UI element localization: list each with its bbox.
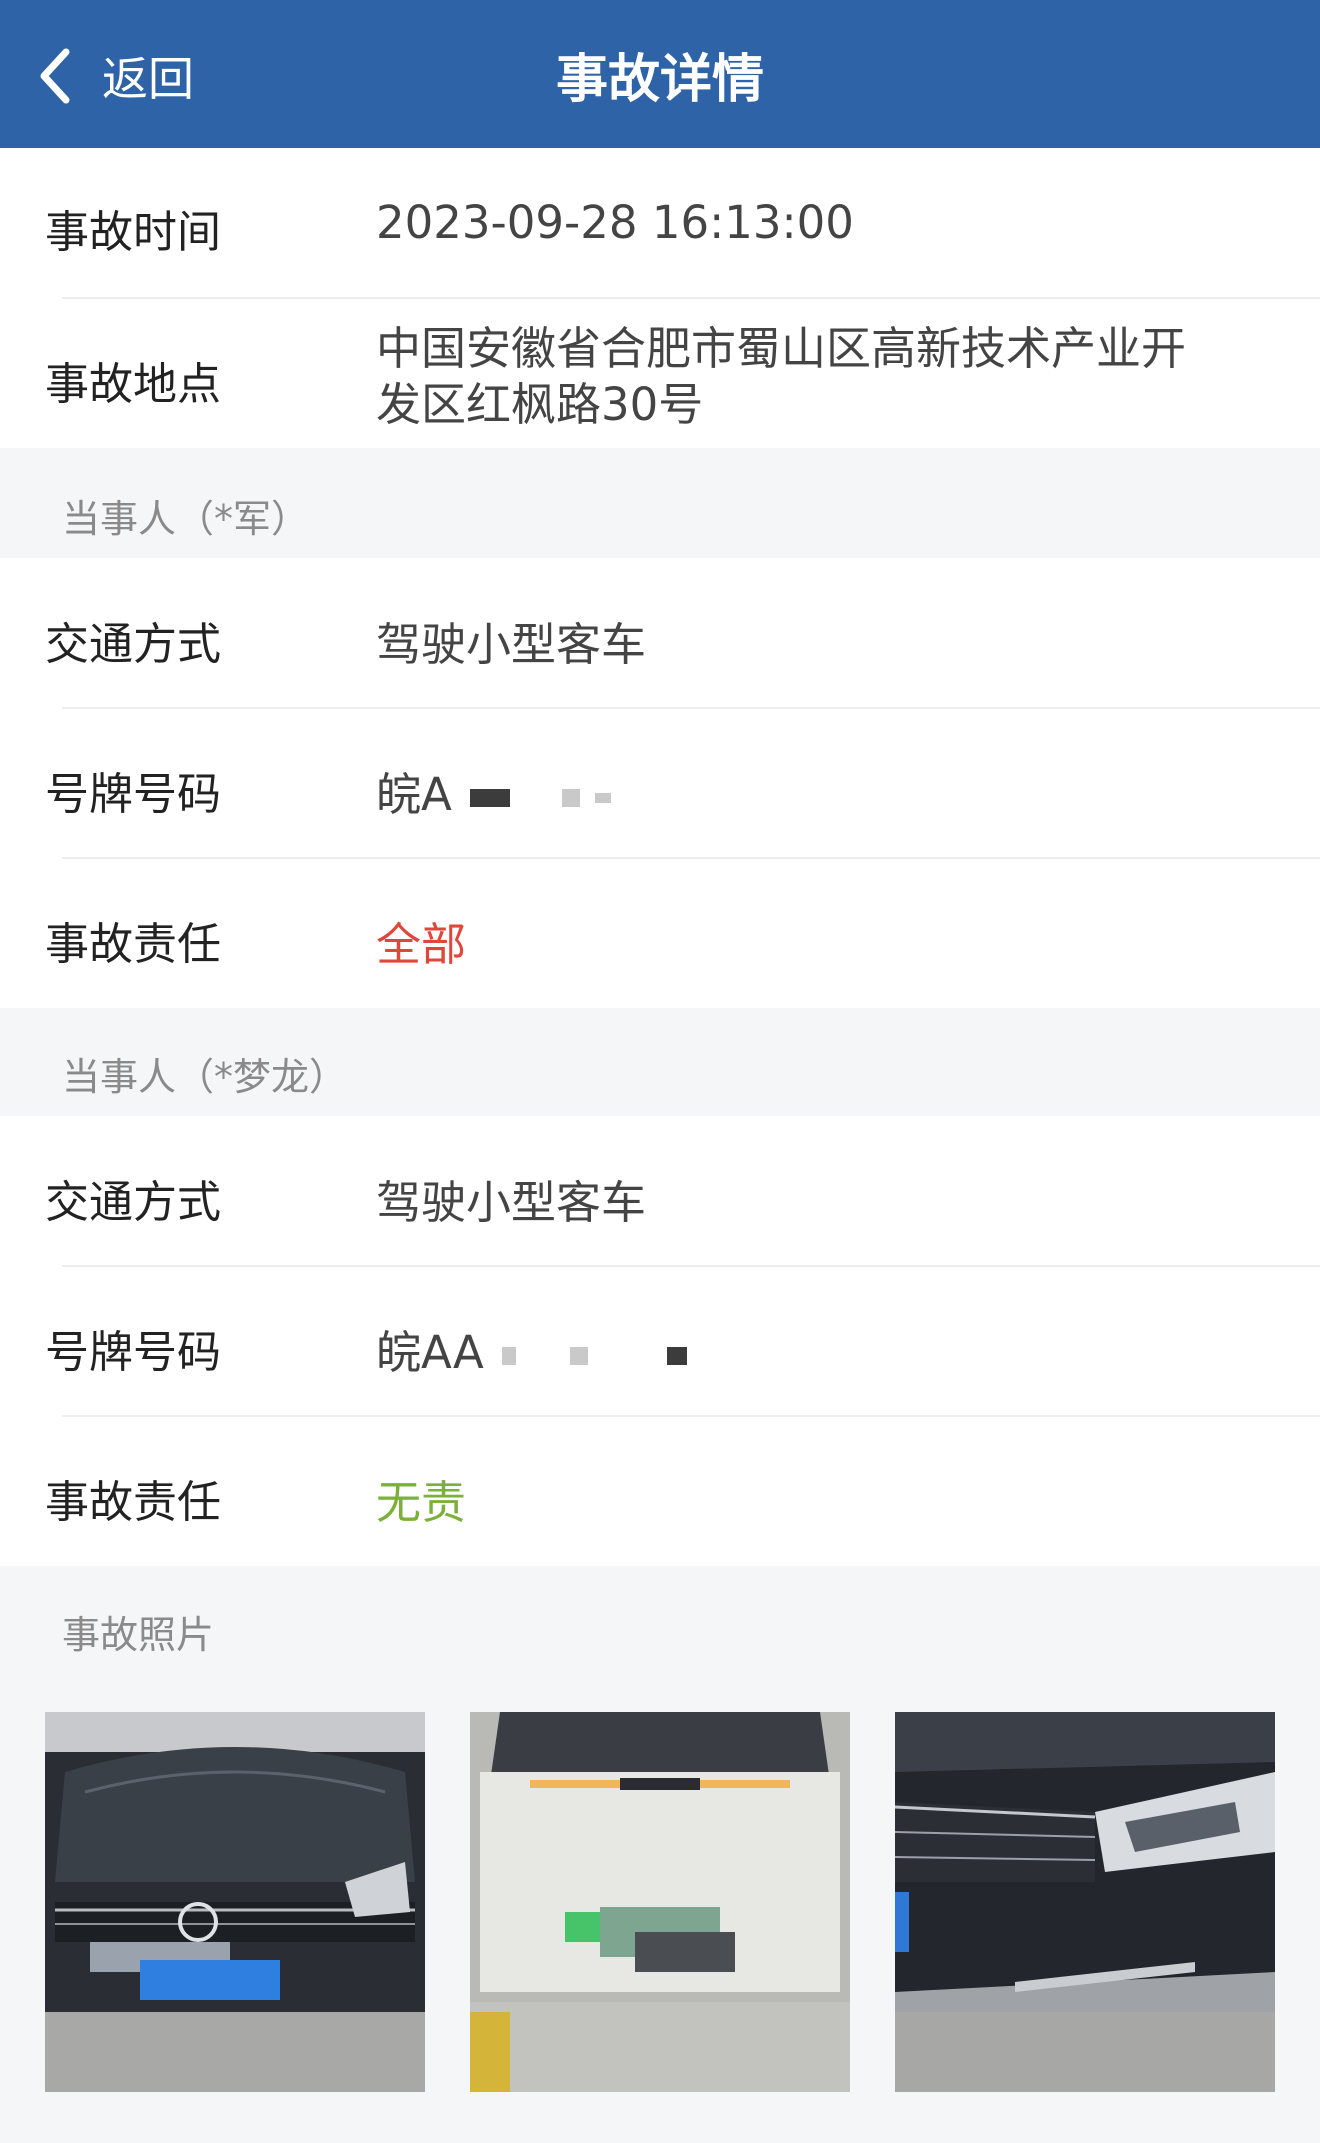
responsibility-value: 全部 — [376, 918, 467, 971]
page-title: 事故详情 — [555, 49, 764, 110]
plate-value: 皖AA — [376, 1316, 687, 1381]
party-1-transport-row: 交通方式 驾驶小型客车 — [0, 558, 1320, 708]
plate-mask — [594, 793, 611, 803]
accident-time-value: 2023-09-28 16:13:00 — [376, 196, 854, 249]
party-2-transport-row: 交通方式 驾驶小型客车 — [0, 1116, 1320, 1266]
party-2-plate-row: 号牌号码 皖AA — [0, 1266, 1320, 1416]
car-photo-image — [895, 1712, 1275, 2092]
transport-label: 交通方式 — [45, 1177, 221, 1228]
plate-label: 号牌号码 — [45, 1327, 221, 1378]
transport-value: 驾驶小型客车 — [376, 1176, 647, 1229]
plate-mask — [502, 1347, 517, 1365]
accident-location-label: 事故地点 — [45, 359, 221, 410]
plate-value: 皖A — [376, 758, 611, 823]
photos-section-title: 事故照片 — [62, 1613, 215, 1657]
accident-photo-2[interactable] — [470, 1712, 850, 2092]
accident-location-row: 事故地点 中国安徽省合肥市蜀山区高新技术产业开 发区红枫路30号 — [0, 298, 1320, 448]
accident-photo-3[interactable] — [895, 1712, 1275, 2092]
responsibility-value: 无责 — [376, 1476, 467, 1529]
accident-photo-1[interactable] — [45, 1712, 425, 2092]
party-1-responsibility-row: 事故责任 全部 — [0, 858, 1320, 1008]
party-1-section-title: 当事人（*军） — [62, 497, 310, 541]
plate-mask — [470, 789, 511, 807]
party-2-responsibility-row: 事故责任 无责 — [0, 1416, 1320, 1566]
plate-prefix: 皖A — [376, 768, 452, 821]
transport-value: 驾驶小型客车 — [376, 618, 647, 671]
plate-mask — [666, 1347, 687, 1365]
plate-mask — [570, 1347, 589, 1365]
plate-mask — [562, 789, 581, 807]
party-1-plate-row: 号牌号码 皖A — [0, 708, 1320, 858]
accident-info-card: 事故时间 2023-09-28 16:13:00 事故地点 中国安徽省合肥市蜀山… — [0, 148, 1320, 448]
accident-time-row: 事故时间 2023-09-28 16:13:00 — [0, 148, 1320, 298]
responsibility-label: 事故责任 — [45, 919, 221, 970]
party-2-card: 交通方式 驾驶小型客车 号牌号码 皖AA 事故责任 无责 — [0, 1116, 1320, 1566]
responsibility-label: 事故责任 — [45, 1477, 221, 1528]
plate-label: 号牌号码 — [45, 769, 221, 820]
car-photo-image — [470, 1712, 850, 2092]
plate-prefix: 皖AA — [376, 1326, 484, 1379]
top-nav-bar: 返回 事故详情 — [0, 0, 1320, 148]
party-1-card: 交通方式 驾驶小型客车 号牌号码 皖A 事故责任 全部 — [0, 558, 1320, 1008]
accident-time-label: 事故时间 — [45, 207, 221, 258]
accident-location-line-2: 发区红枫路30号 — [376, 378, 704, 431]
transport-label: 交通方式 — [45, 619, 221, 670]
photo-grid — [0, 1712, 1320, 2105]
party-2-section-title: 当事人（*梦龙） — [62, 1055, 348, 1099]
car-photo-image — [45, 1712, 425, 2092]
